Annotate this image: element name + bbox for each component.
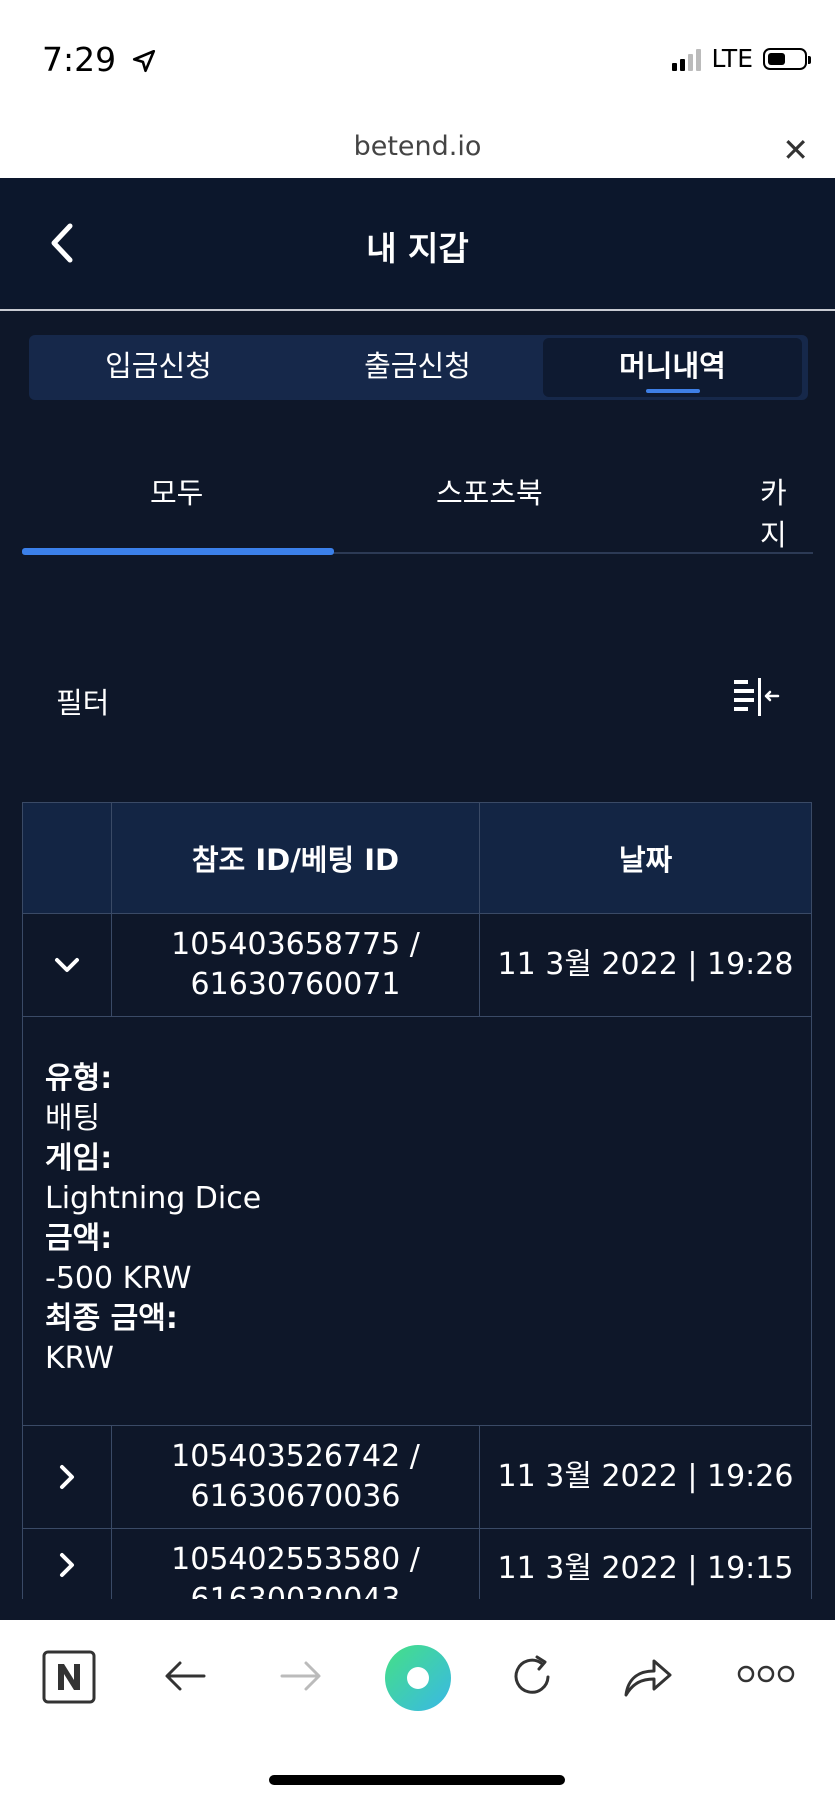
ref-id-cell: 105403526742 / 61630670036 bbox=[111, 1425, 480, 1529]
tab-money-history[interactable]: 머니내역 bbox=[543, 338, 802, 397]
ref-id: 105403526742 / bbox=[171, 1439, 420, 1474]
active-tab-underline bbox=[645, 389, 700, 393]
row-toggle[interactable] bbox=[22, 1528, 112, 1599]
status-bar: 7:29 LTE bbox=[0, 0, 835, 125]
detail-amount-label: 금액: bbox=[45, 1221, 113, 1256]
detail-amount-value: -500 KRW bbox=[45, 1261, 192, 1296]
share-icon[interactable] bbox=[622, 1651, 674, 1701]
tab-label: 출금신청 bbox=[364, 349, 471, 383]
chevron-right-icon bbox=[60, 1553, 74, 1577]
history-subtabs: 모두 스포츠북 카지 bbox=[22, 440, 813, 555]
detail-game-label: 게임: bbox=[45, 1141, 113, 1176]
detail-game-value: Lightning Dice bbox=[45, 1181, 262, 1216]
close-icon[interactable]: ✕ bbox=[782, 131, 809, 169]
naver-icon[interactable] bbox=[42, 1650, 96, 1704]
subtab-active-indicator bbox=[22, 548, 334, 555]
chevron-down-icon bbox=[55, 958, 79, 972]
bet-id: 61630030043 bbox=[191, 1580, 401, 1599]
bet-id: 61630670036 bbox=[190, 1479, 401, 1514]
battery-icon bbox=[763, 47, 811, 70]
tab-deposit[interactable]: 입금신청 bbox=[29, 335, 288, 400]
home-icon[interactable] bbox=[383, 1643, 453, 1713]
refresh-icon[interactable] bbox=[507, 1651, 557, 1701]
location-arrow-icon bbox=[132, 49, 155, 73]
forward-arrow-icon[interactable] bbox=[278, 1653, 324, 1699]
filter-collapse-icon[interactable] bbox=[732, 676, 780, 720]
row-toggle[interactable] bbox=[22, 1425, 112, 1529]
row-toggle[interactable] bbox=[22, 913, 112, 1017]
url-text[interactable]: betend.io bbox=[0, 131, 835, 162]
tab-label: 머니내역 bbox=[619, 349, 726, 383]
detail-type-label: 유형: bbox=[45, 1061, 113, 1096]
history-table: 참조 ID/베팅 ID 날짜 105403658775 / 6163076007… bbox=[22, 802, 812, 1599]
wallet-tabs: 입금신청 출금신청 머니내역 bbox=[29, 335, 808, 400]
detail-final-value: KRW bbox=[45, 1341, 114, 1376]
detail-type-value: 배팅 bbox=[45, 1101, 101, 1136]
date-cell: 11 3월 2022 | 19:28 bbox=[479, 913, 812, 1017]
back-arrow-icon[interactable] bbox=[162, 1653, 208, 1699]
more-icon[interactable] bbox=[736, 1662, 796, 1686]
filter-row: 필터 bbox=[0, 670, 835, 730]
subtab-casino[interactable]: 카지 bbox=[760, 470, 813, 554]
tab-label: 입금신청 bbox=[105, 349, 212, 383]
browser-toolbar bbox=[0, 1620, 835, 1808]
subtab-sportsbook[interactable]: 스포츠북 bbox=[436, 470, 543, 512]
subtab-all[interactable]: 모두 bbox=[150, 470, 203, 512]
chevron-right-icon bbox=[60, 1465, 74, 1489]
header-cell-toggle bbox=[22, 802, 112, 914]
tab-withdraw[interactable]: 출금신청 bbox=[288, 335, 547, 400]
ref-id: 105402553580 / bbox=[171, 1542, 420, 1577]
filter-label[interactable]: 필터 bbox=[56, 680, 109, 722]
signal-icon bbox=[672, 47, 702, 71]
ref-id-cell: 105402553580 / 61630030043 bbox=[111, 1528, 480, 1599]
time-text: 7:29 bbox=[42, 40, 117, 79]
url-bar[interactable]: betend.io ✕ bbox=[0, 125, 835, 178]
status-icons: LTE bbox=[672, 44, 811, 73]
app-header: 내 지갑 bbox=[0, 178, 835, 311]
header-cell-date: 날짜 bbox=[479, 802, 812, 914]
home-indicator bbox=[269, 1775, 565, 1785]
ref-id-cell: 105403658775 / 61630760071 bbox=[111, 913, 480, 1017]
page-title: 내 지갑 bbox=[366, 229, 469, 268]
network-label: LTE bbox=[711, 44, 753, 73]
header-cell-ref-id: 참조 ID/베팅 ID bbox=[111, 802, 480, 914]
row-details: 유형: 배팅 게임: Lightning Dice 금액: -500 KRW 최… bbox=[22, 1016, 812, 1426]
bet-id: 61630760071 bbox=[190, 967, 401, 1002]
detail-final-label: 최종 금액: bbox=[45, 1301, 178, 1336]
ref-id: 105403658775 / bbox=[171, 927, 420, 962]
status-time: 7:29 bbox=[42, 40, 157, 79]
date-cell: 11 3월 2022 | 19:15 bbox=[479, 1528, 812, 1599]
date-cell: 11 3월 2022 | 19:26 bbox=[479, 1425, 812, 1529]
